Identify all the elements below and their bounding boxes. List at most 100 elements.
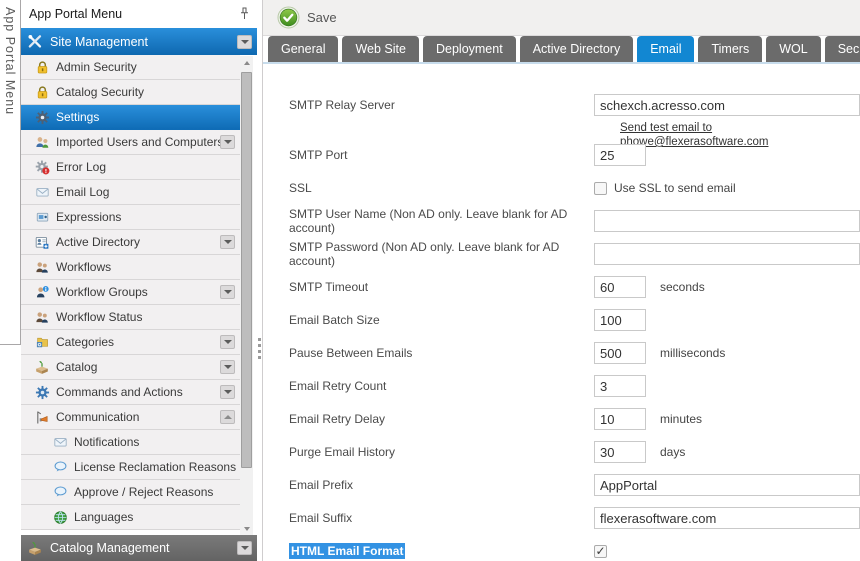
expand-arrow-icon[interactable] (220, 135, 235, 149)
sidebar-section-catalog-management[interactable]: Catalog Management (21, 535, 257, 561)
form-row-smtp-relay-server: SMTP Relay Server (289, 94, 860, 116)
sidebar-item-settings[interactable]: Settings (21, 105, 240, 130)
form-row-purge-email-history: Purge Email Historydays (289, 441, 860, 463)
link-line: Send test email to phowe@flexerasoftware… (620, 120, 860, 135)
expression-icon (34, 209, 50, 225)
unit-suffix: milliseconds (660, 346, 725, 360)
sidebar-item-label: Error Log (56, 160, 106, 174)
smtp-relay-server-input[interactable] (594, 94, 860, 116)
email-suffix-input[interactable] (594, 507, 860, 529)
sidebar-title: App Portal Menu (29, 7, 122, 21)
sidebar-item-license-reclamation-reasons[interactable]: License Reclamation Reasons (21, 455, 240, 480)
sidebar-scrollbar[interactable] (240, 56, 253, 535)
sidebar-item-error-log[interactable]: Error Log (21, 155, 240, 180)
smtp-port-input[interactable] (594, 144, 646, 166)
form-row-email-suffix: Email Suffix (289, 507, 860, 529)
package-icon (34, 359, 50, 375)
sidebar-item-workflow-status[interactable]: Workflow Status (21, 305, 240, 330)
purge-email-history-input[interactable] (594, 441, 646, 463)
tab-general[interactable]: General (268, 36, 338, 62)
email-batch-size-input[interactable] (594, 309, 646, 331)
sidebar-item-label: Workflows (56, 260, 111, 274)
scrollbar-thumb[interactable] (241, 72, 252, 468)
scroll-up-arrow-icon[interactable] (240, 56, 253, 69)
tools-icon (27, 34, 43, 50)
sidebar-item-admin-security[interactable]: Admin Security (21, 55, 240, 80)
smtp-user-name-non-ad-only-leave-blank-for-ad-account-input[interactable] (594, 210, 860, 232)
sidebar-item-label: Admin Security (56, 60, 137, 74)
form-row-ssl: SSLUse SSL to send email (289, 177, 860, 199)
sidebar-item-active-directory[interactable]: Active Directory (21, 230, 240, 255)
sidebar-item-catalog-security[interactable]: Catalog Security (21, 80, 240, 105)
sidebar-item-label: Workflow Groups (56, 285, 148, 299)
bubble-icon (52, 484, 68, 500)
expand-arrow-icon[interactable] (237, 35, 252, 49)
expand-arrow-icon[interactable] (220, 285, 235, 299)
expand-arrow-icon[interactable] (220, 335, 235, 349)
folder-gear-icon (34, 334, 50, 350)
field-label: SMTP Port (289, 148, 594, 162)
sidebar-item-label: Settings (56, 110, 99, 124)
sidebar-item-communication[interactable]: Communication (21, 405, 240, 430)
sidebar-item-imported-users-and-computers[interactable]: Imported Users and Computers (21, 130, 240, 155)
expand-arrow-icon[interactable] (220, 385, 235, 399)
save-label: Save (307, 10, 337, 25)
sidebar-item-expressions[interactable]: Expressions (21, 205, 240, 230)
sidebar-item-commands-and-actions[interactable]: Commands and Actions (21, 380, 240, 405)
expand-arrow-icon[interactable] (237, 541, 252, 555)
sidebar-item-approve-reject-reasons[interactable]: Approve / Reject Reasons (21, 480, 240, 505)
users-green-icon (34, 134, 50, 150)
pause-between-emails-input[interactable] (594, 342, 646, 364)
email-prefix-input[interactable] (594, 474, 860, 496)
tab-email[interactable]: Email (637, 36, 694, 62)
form-row-html-email-format: HTML Email Format✓ (289, 540, 860, 561)
smtp-timeout-input[interactable] (594, 276, 646, 298)
settings-email-panel: Save GeneralWeb SiteDeploymentActive Dir… (262, 0, 860, 561)
form-row-smtp-user-name-non-ad-only-leave-blank-for-ad-account: SMTP User Name (Non AD only. Leave blank… (289, 210, 860, 232)
sidebar-section-site-management[interactable]: Site Management (21, 28, 257, 55)
tab-timers[interactable]: Timers (698, 36, 762, 62)
sidebar-item-workflow-groups[interactable]: Workflow Groups (21, 280, 240, 305)
sidebar-item-languages[interactable]: Languages (21, 505, 240, 530)
sidebar-item-categories[interactable]: Categories (21, 330, 240, 355)
sidebar-item-workflows[interactable]: Workflows (21, 255, 240, 280)
tab-active-directory[interactable]: Active Directory (520, 36, 634, 62)
globe-icon (52, 509, 68, 525)
field-label: Email Batch Size (289, 313, 594, 327)
tab-deployment[interactable]: Deployment (423, 36, 516, 62)
sidebar-item-catalog[interactable]: Catalog (21, 355, 240, 380)
form-row-email-batch-size: Email Batch Size (289, 309, 860, 331)
tab-strip: GeneralWeb SiteDeploymentActive Director… (263, 36, 860, 64)
expand-arrow-icon[interactable] (220, 235, 235, 249)
gear-dark-icon (34, 109, 50, 125)
form-row-email-retry-delay: Email Retry Delay minutes (289, 408, 860, 430)
html-email-format-checkbox[interactable]: ✓ (594, 545, 607, 558)
email-retry-count-input[interactable] (594, 375, 646, 397)
pin-icon[interactable] (239, 7, 250, 23)
tab-wol[interactable]: WOL (766, 36, 820, 62)
save-button[interactable]: Save (271, 4, 343, 31)
expand-arrow-icon[interactable] (220, 360, 235, 374)
collapse-arrow-icon[interactable] (220, 410, 235, 424)
field-label: Email Retry Delay (289, 412, 594, 426)
ssl-checkbox[interactable] (594, 182, 607, 195)
docked-menu-vertical-tab[interactable]: App Portal Menu (0, 0, 21, 345)
scroll-down-arrow-icon[interactable] (240, 522, 253, 535)
sidebar-item-label: Catalog Security (56, 85, 144, 99)
sidebar-item-label: License Reclamation Reasons (74, 460, 236, 474)
sidebar-item-label: Catalog Management (50, 541, 170, 555)
form-row-smtp-timeout: SMTP Timeoutseconds (289, 276, 860, 298)
tab-web-site[interactable]: Web Site (342, 36, 419, 62)
splitter-grip-icon (258, 338, 261, 359)
sidebar-item-email-log[interactable]: Email Log (21, 180, 240, 205)
unit-suffix: minutes (660, 412, 702, 426)
lock-icon (34, 84, 50, 100)
form-row-smtp-password-non-ad-only-leave-blank-for-ad-account: SMTP Password (Non AD only. Leave blank … (289, 243, 860, 265)
field-label: Pause Between Emails (289, 346, 594, 360)
sidebar-item-notifications[interactable]: Notifications (21, 430, 240, 455)
toolbar: Save (263, 0, 860, 36)
smtp-password-non-ad-only-leave-blank-for-ad-account-input[interactable] (594, 243, 860, 265)
email-retry-delay-input[interactable] (594, 408, 646, 430)
tab-security[interactable]: Security (825, 36, 860, 62)
people-icon (34, 259, 50, 275)
